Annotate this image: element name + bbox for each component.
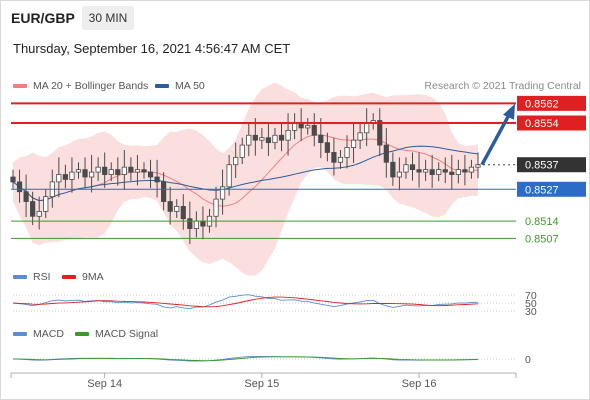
level-label: 0.8562 (525, 98, 559, 110)
candle-body (174, 206, 180, 212)
candle-body (357, 132, 363, 141)
candle-body (265, 137, 272, 144)
level-label: 0.8554 (525, 118, 559, 130)
price-chart: 0.8562 0.8554 0.8537 0.8527 0.8514 0.8507 705… (10, 82, 586, 390)
candle-body (403, 164, 409, 173)
candle-body (82, 169, 88, 178)
rsi-level-label: 30 (525, 306, 537, 318)
candle-body (337, 156, 344, 163)
candle-body (252, 134, 258, 141)
macd-panel: 0 (12, 354, 531, 366)
candle-body (331, 152, 337, 163)
candle-body (383, 144, 389, 163)
candle-body (88, 171, 95, 178)
candle-body (396, 171, 403, 178)
forecast-arrow-layer (480, 103, 515, 166)
x-axis-tick-label: Sep 15 (244, 378, 279, 390)
candle-body (233, 156, 239, 166)
candle-body (449, 171, 455, 175)
candle-body (390, 161, 396, 178)
candle-body (259, 137, 265, 141)
candle-body (43, 196, 49, 212)
candle-body (318, 134, 324, 144)
x-axis: Sep 14 Sep 15 Sep 16 (10, 372, 517, 390)
candle-body (180, 206, 186, 220)
level-label: 0.8537 (525, 160, 559, 172)
candle-body (69, 171, 75, 180)
candle-body (436, 169, 442, 175)
x-axis-tick-label: Sep 16 (402, 378, 437, 390)
candle-body (377, 120, 383, 146)
candle-body (200, 220, 206, 227)
level-label: 0.8507 (525, 233, 559, 245)
candle-body (272, 134, 278, 144)
candle-body (154, 176, 160, 183)
candle-body (121, 166, 127, 175)
candle-body (23, 191, 29, 202)
candle-body (213, 198, 219, 217)
candle-body (364, 122, 370, 134)
x-axis-tick-label: Sep 14 (87, 378, 122, 390)
candle-body (409, 164, 416, 171)
candle-body (62, 174, 68, 180)
candle-body (115, 169, 121, 175)
candle-body (10, 176, 16, 183)
candle-body (462, 169, 468, 173)
forecast-arrow-head (503, 103, 515, 120)
level-label: 0.8527 (525, 184, 559, 196)
candle-body (108, 169, 114, 175)
candle-body (455, 169, 461, 175)
candle-body (416, 169, 422, 173)
candle-body (167, 201, 173, 212)
candle-body (468, 166, 475, 173)
candle-body (219, 186, 226, 200)
candle-body (147, 171, 154, 178)
rsi-panel: 705030 (12, 290, 537, 318)
candle-body (350, 139, 357, 148)
candle-body (95, 166, 101, 173)
candle-body (187, 218, 193, 229)
bollinger-bands-layer (13, 82, 478, 276)
candle-body (429, 169, 435, 175)
candle-body (285, 129, 291, 141)
candle-body (161, 181, 167, 202)
candle-body (246, 134, 252, 146)
candle-body (305, 125, 311, 129)
candle-body (75, 169, 82, 173)
candle-body (324, 142, 330, 153)
candle-body (16, 181, 23, 193)
candle-body (239, 144, 245, 158)
bollinger-band-area (13, 82, 478, 276)
candle-body (344, 147, 350, 158)
candle-body (30, 201, 36, 217)
candle-body (141, 169, 147, 173)
candle-body (278, 134, 285, 141)
candle-body (56, 174, 62, 183)
candle-body (36, 210, 42, 217)
candle-body (226, 164, 232, 188)
candle-body (292, 122, 298, 131)
macd-signal-line (12, 356, 479, 362)
macd-zero-label: 0 (525, 354, 531, 366)
candle-body (311, 125, 317, 136)
candle-body (442, 169, 448, 173)
candle-body (128, 166, 134, 173)
candle-body (134, 169, 141, 173)
candle-body (102, 166, 108, 175)
level-label: 0.8514 (525, 216, 559, 228)
candle-body (193, 220, 199, 229)
candle-body (423, 169, 429, 173)
